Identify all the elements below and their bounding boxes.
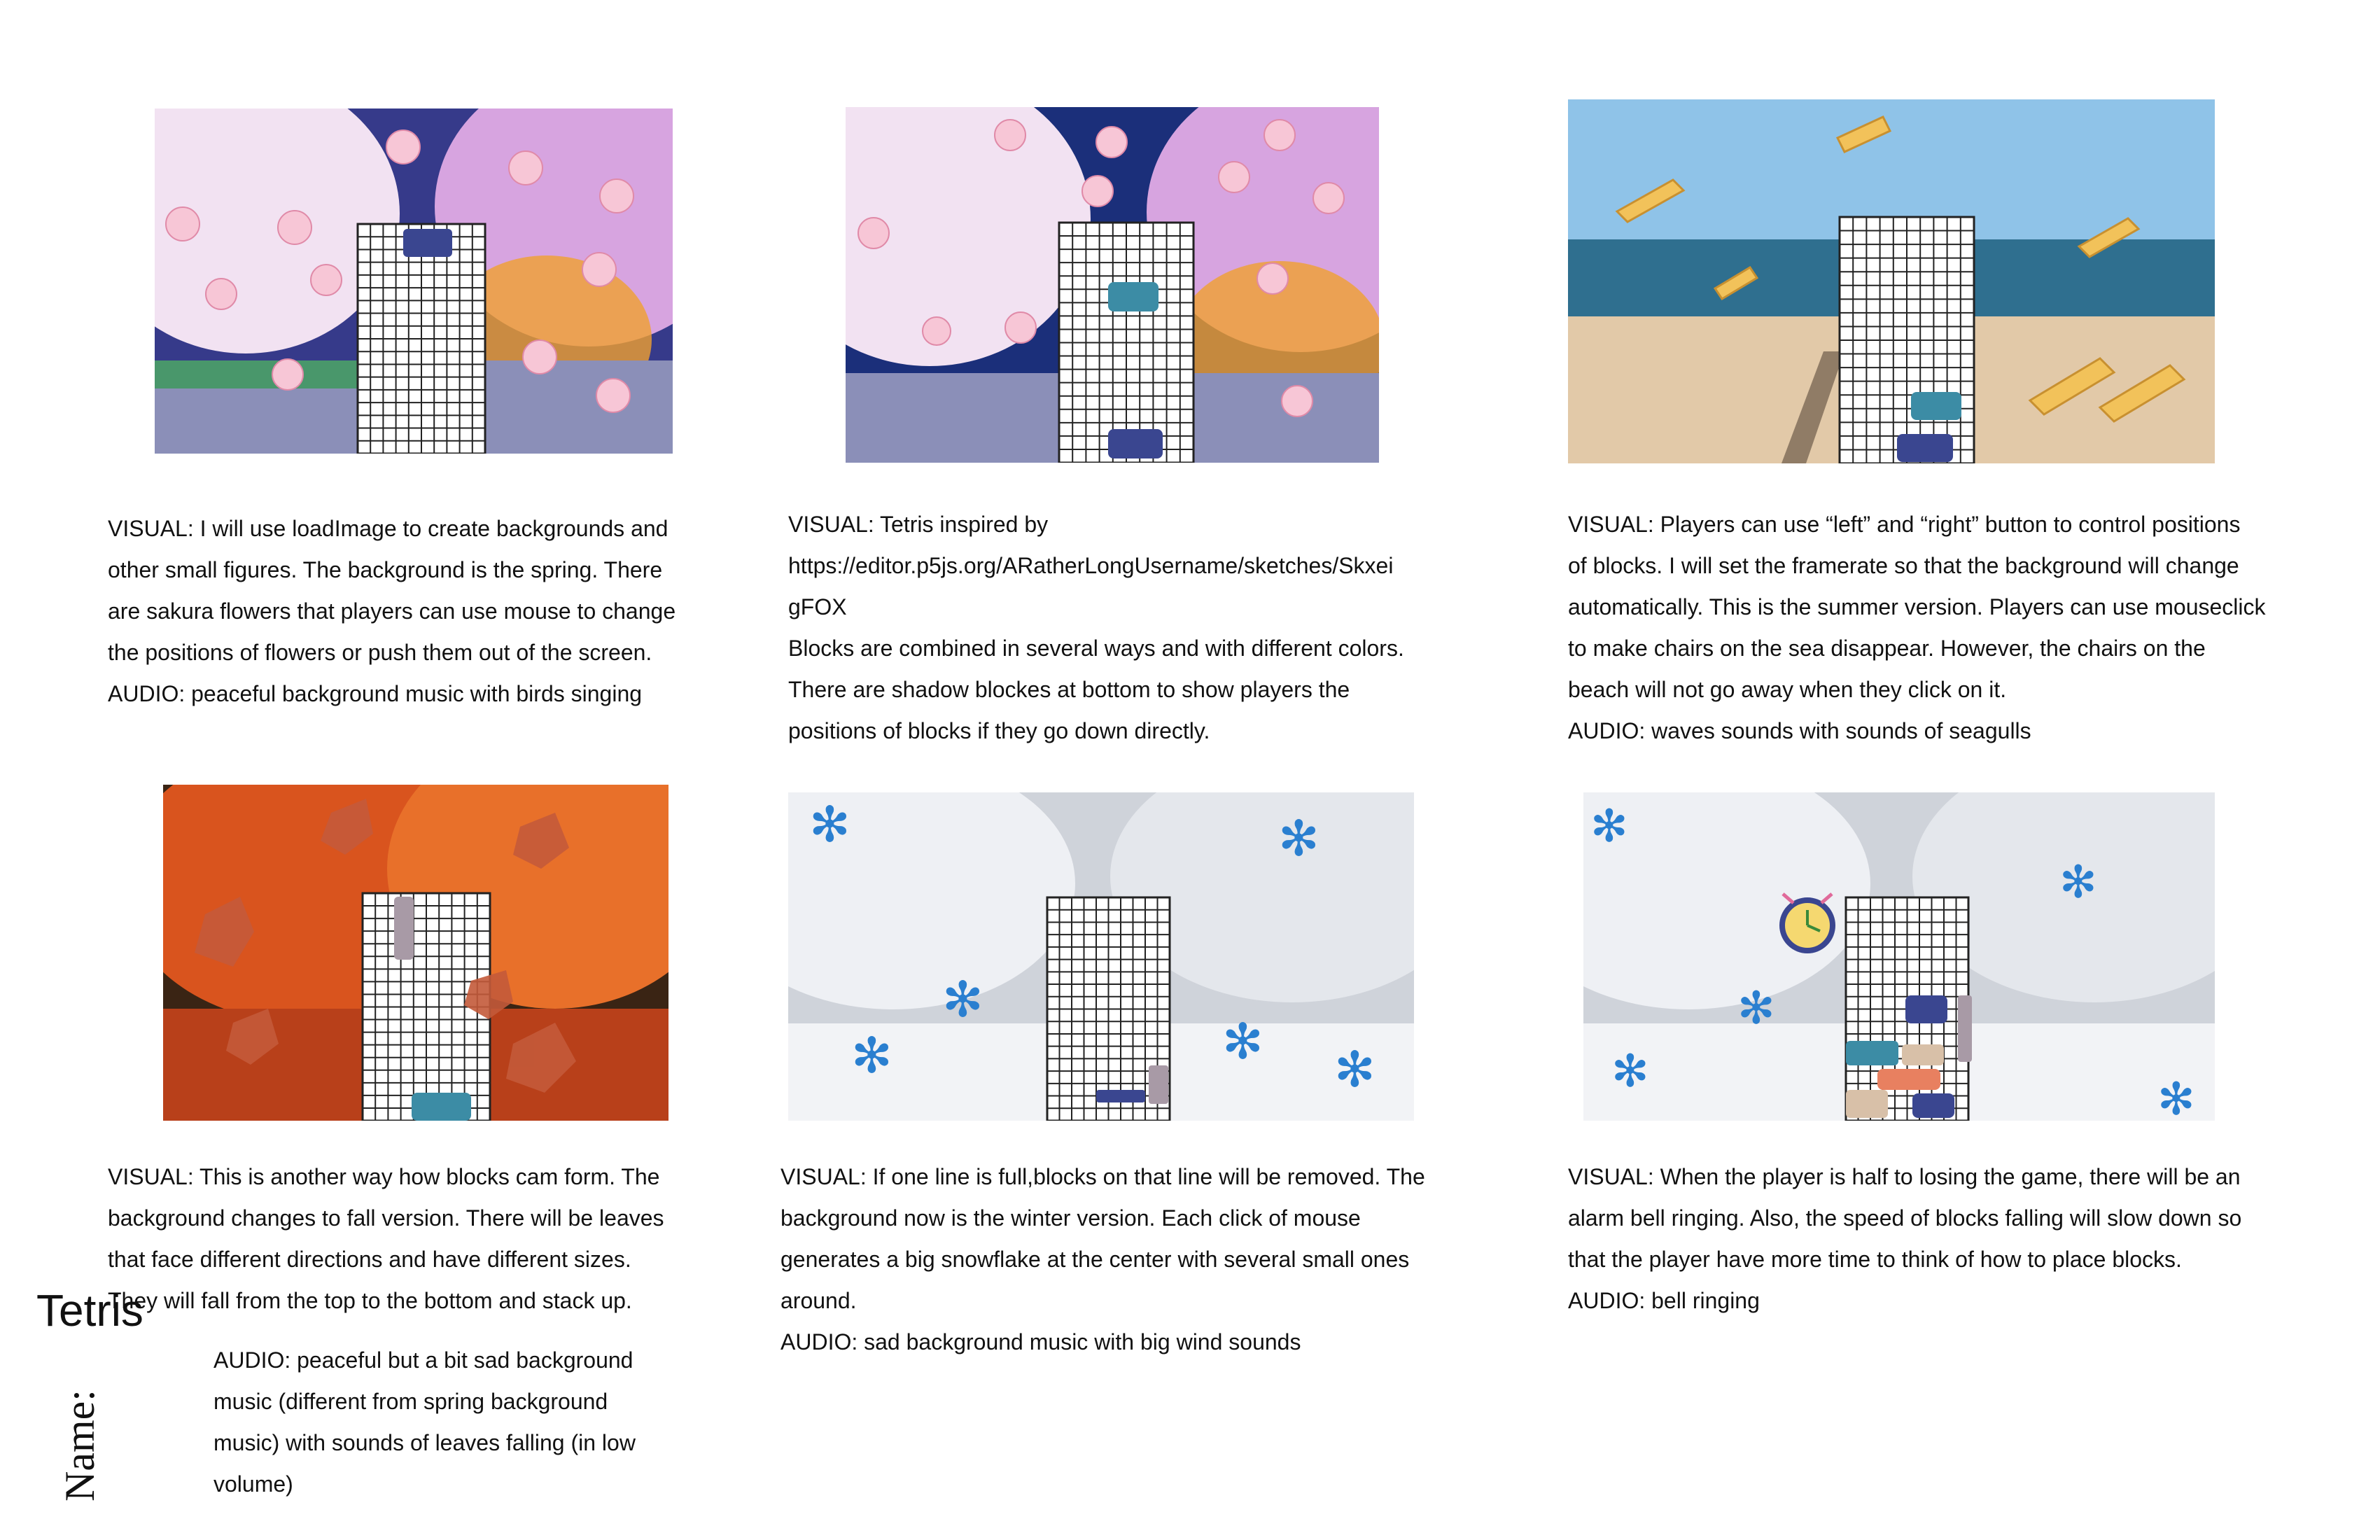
caption-line: music (different from spring background bbox=[214, 1389, 608, 1414]
caption-line: that face different directions and have … bbox=[108, 1247, 631, 1272]
spring-shadow-game-screenshot bbox=[846, 107, 1379, 463]
caption-line: around. bbox=[780, 1288, 857, 1313]
caption-line: are sakura flowers that players can use … bbox=[108, 598, 676, 624]
winter-game-screenshot: ✻ ✻ ✻ ✻ ✻ ✻ bbox=[788, 792, 1414, 1121]
summer-scene bbox=[1568, 99, 2215, 463]
svg-text:✻: ✻ bbox=[2157, 1074, 2195, 1121]
summer-game-screenshot bbox=[1568, 99, 2215, 463]
spring-caption: VISUAL: I will use loadImage to create b… bbox=[108, 508, 676, 715]
caption-line: VISUAL: If one line is full,blocks on th… bbox=[780, 1164, 1425, 1189]
svg-text:✻: ✻ bbox=[1278, 811, 1320, 866]
fall-scene bbox=[163, 785, 668, 1121]
caption-line: VISUAL: Players can use “left” and “righ… bbox=[1568, 512, 2241, 537]
summer-caption: VISUAL: Players can use “left” and “righ… bbox=[1568, 504, 2266, 752]
caption-line: that the player have more time to think … bbox=[1568, 1247, 2182, 1272]
caption-line: background changes to fall version. Ther… bbox=[108, 1205, 664, 1231]
svg-text:✻: ✻ bbox=[1590, 801, 1628, 851]
caption-line: music) with sounds of leaves falling (in… bbox=[214, 1430, 636, 1455]
spring-game-screenshot bbox=[155, 108, 673, 454]
winter-alarm-caption: VISUAL: When the player is half to losin… bbox=[1568, 1156, 2241, 1322]
winter-alarm-scene: ✻ ✻ ✻ ✻ ✻ bbox=[1583, 792, 2215, 1121]
caption-line: beach will not go away when they click o… bbox=[1568, 677, 2007, 702]
winter-caption: VISUAL: If one line is full,blocks on th… bbox=[780, 1156, 1425, 1363]
svg-text:✻: ✻ bbox=[1737, 983, 1775, 1033]
svg-text:✻: ✻ bbox=[1611, 1046, 1649, 1096]
caption-line: generates a big snowflake at the center … bbox=[780, 1247, 1410, 1272]
caption-line: AUDIO: peaceful background music with bi… bbox=[108, 681, 643, 706]
caption-line: alarm bell ringing. Also, the speed of b… bbox=[1568, 1205, 2242, 1231]
caption-line: AUDIO: bell ringing bbox=[1568, 1288, 1760, 1313]
caption-line: https://editor.p5js.org/ARatherLongUsern… bbox=[788, 553, 1394, 578]
svg-text:✻: ✻ bbox=[851, 1028, 892, 1083]
caption-line: other small figures. The background is t… bbox=[108, 557, 663, 582]
caption-line: AUDIO: sad background music with big win… bbox=[780, 1329, 1301, 1354]
document-title: Tetris bbox=[36, 1285, 144, 1336]
svg-text:✻: ✻ bbox=[1334, 1042, 1376, 1097]
shadow-block bbox=[1108, 429, 1163, 458]
caption-line: VISUAL: Tetris inspired by bbox=[788, 512, 1049, 537]
caption-line: positions of blocks if they go down dire… bbox=[788, 718, 1210, 743]
caption-line: automatically. This is the summer versio… bbox=[1568, 594, 2266, 620]
fall-audio-caption: AUDIO: peaceful but a bit sad background… bbox=[214, 1340, 636, 1505]
falling-block bbox=[1108, 282, 1158, 312]
caption-line: They will fall from the top to the botto… bbox=[108, 1288, 632, 1313]
caption-line: AUDIO: waves sounds with sounds of seagu… bbox=[1568, 718, 2031, 743]
caption-line: VISUAL: I will use loadImage to create b… bbox=[108, 516, 668, 541]
caption-line: to make chairs on the sea disappear. How… bbox=[1568, 636, 2206, 661]
caption-line: gFOX bbox=[788, 594, 847, 620]
caption-line: There are shadow blockes at bottom to sh… bbox=[788, 677, 1350, 702]
svg-text:✻: ✻ bbox=[1222, 1014, 1264, 1069]
falling-block bbox=[1911, 392, 1961, 420]
svg-text:✻: ✻ bbox=[809, 797, 850, 852]
winter-scene: ✻ ✻ ✻ ✻ ✻ ✻ bbox=[788, 792, 1414, 1121]
caption-line: Blocks are combined in several ways and … bbox=[788, 636, 1404, 661]
svg-text:✻: ✻ bbox=[2059, 857, 2097, 907]
fall-game-screenshot bbox=[163, 785, 668, 1121]
caption-line: background now is the winter version. Ea… bbox=[780, 1205, 1361, 1231]
caption-line: AUDIO: peaceful but a bit sad background bbox=[214, 1348, 634, 1373]
caption-line: the positions of flowers or push them ou… bbox=[108, 640, 652, 665]
caption-line: volume) bbox=[214, 1471, 293, 1497]
caption-line: of blocks. I will set the framerate so t… bbox=[1568, 553, 2239, 578]
spring-shadow-scene bbox=[846, 107, 1379, 463]
caption-line: VISUAL: When the player is half to losin… bbox=[1568, 1164, 2241, 1189]
fall-caption: VISUAL: This is another way how blocks c… bbox=[108, 1156, 664, 1322]
name-label: Name: bbox=[57, 1390, 103, 1502]
winter-alarm-game-screenshot: ✻ ✻ ✻ ✻ ✻ bbox=[1583, 792, 2215, 1121]
svg-text:✻: ✻ bbox=[942, 972, 983, 1027]
spring-scene bbox=[155, 108, 673, 454]
shadow-block bbox=[1897, 434, 1953, 462]
caption-line: VISUAL: This is another way how blocks c… bbox=[108, 1164, 660, 1189]
spring-shadow-caption: VISUAL: Tetris inspired by https://editor… bbox=[788, 504, 1404, 752]
